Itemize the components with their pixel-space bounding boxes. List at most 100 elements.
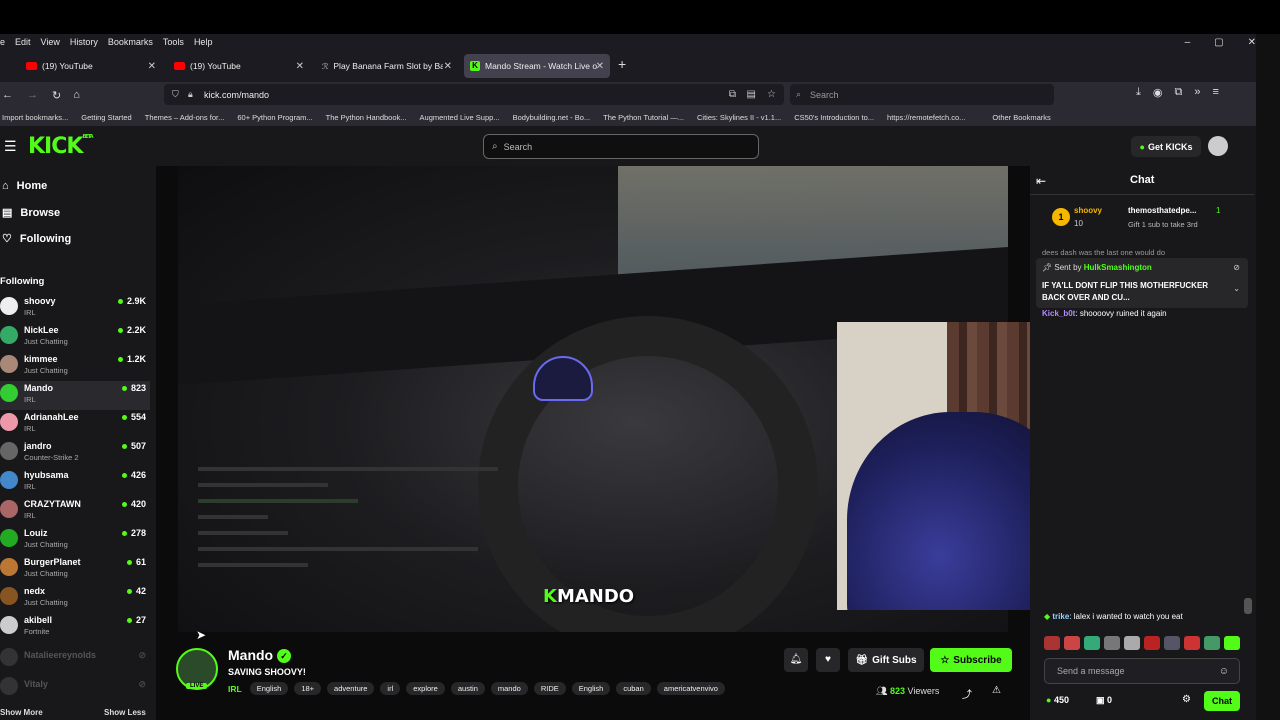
maximize-button[interactable]: ▢ bbox=[1214, 37, 1223, 48]
nav-browse[interactable]: ▤ Browse bbox=[2, 206, 60, 220]
show-more-button[interactable]: Show More bbox=[0, 708, 43, 717]
menu-bookmarks[interactable]: Bookmarks bbox=[108, 37, 153, 47]
avatar[interactable] bbox=[1208, 136, 1228, 156]
follow-button[interactable]: ♥ bbox=[816, 648, 840, 672]
stream-tag[interactable]: English bbox=[249, 682, 289, 695]
browser-tab-active[interactable]: K Mando Stream - Watch Live on ✕ bbox=[464, 54, 610, 78]
url-bar[interactable]: ⛉ 🔒︎ kick.com/mando ⧉ ▤ ☆ bbox=[164, 84, 784, 105]
category-link[interactable]: IRL bbox=[228, 684, 242, 694]
gift-sub-prompt[interactable]: Gift 1 sub to take 3rd bbox=[1128, 220, 1198, 229]
following-item[interactable]: NickLee Just Chatting 2.2K bbox=[0, 323, 150, 352]
overflow-icon[interactable]: » bbox=[1194, 86, 1200, 99]
bookmark-item[interactable]: Cities: Skylines II - v1.1... bbox=[697, 113, 781, 122]
menu-edit[interactable]: Edit bbox=[15, 37, 31, 47]
extensions-icon[interactable]: ⧉ bbox=[1174, 86, 1182, 99]
following-item[interactable]: akibell Fortnite 27 bbox=[0, 613, 150, 642]
stream-tag[interactable]: RIDE bbox=[533, 682, 566, 695]
bookmark-star-icon[interactable]: ☆ bbox=[767, 89, 776, 100]
shield-icon[interactable]: ⛉ bbox=[172, 89, 179, 100]
picture-in-picture-icon[interactable]: ⧉ bbox=[729, 89, 736, 100]
stream-tag[interactable]: cuban bbox=[616, 682, 651, 695]
emote-icon[interactable] bbox=[1144, 636, 1160, 650]
close-window-button[interactable]: ✕ bbox=[1248, 37, 1256, 48]
emote-icon[interactable] bbox=[1224, 636, 1240, 650]
kick-logo[interactable]: KICKBETA bbox=[28, 134, 94, 159]
bookmark-item[interactable]: The Python Tutorial —... bbox=[603, 113, 684, 122]
reload-icon[interactable]: ↻ bbox=[52, 89, 61, 102]
home-icon[interactable]: ⌂ bbox=[73, 89, 80, 101]
browser-search-bar[interactable]: ⌕ Search bbox=[790, 84, 1054, 105]
browser-tab[interactable]: (19) YouTube ✕ bbox=[168, 54, 310, 78]
kicks-balance[interactable]: ● 450 bbox=[1046, 695, 1069, 705]
emoji-icon[interactable]: ☺ bbox=[1219, 666, 1229, 677]
new-tab-button[interactable]: + bbox=[618, 56, 626, 72]
following-item[interactable]: shoovy IRL 2.9K bbox=[0, 294, 150, 323]
subscribe-button[interactable]: ☆ Subscribe bbox=[930, 648, 1012, 672]
stream-tag[interactable]: austin bbox=[450, 682, 485, 695]
emote-icon[interactable] bbox=[1124, 636, 1140, 650]
gear-icon[interactable]: ⚙ bbox=[1182, 694, 1191, 705]
following-item[interactable]: hyubsama IRL 426 bbox=[0, 468, 150, 497]
following-item[interactable]: Mando IRL 823 bbox=[0, 381, 150, 410]
collapse-chat-icon[interactable]: ⇤ bbox=[1036, 174, 1046, 188]
browser-tab[interactable]: (19) YouTube ✕ bbox=[20, 54, 162, 78]
stream-tag[interactable]: americatvenvivo bbox=[656, 682, 725, 695]
emote-icon[interactable] bbox=[1104, 636, 1120, 650]
following-item[interactable]: BurgerPlanet Just Chatting 61 bbox=[0, 555, 150, 584]
following-item[interactable]: Louiz Just Chatting 278 bbox=[0, 526, 150, 555]
following-item[interactable]: jandro Counter-Strike 2 507 bbox=[0, 439, 150, 468]
report-icon[interactable]: ⚠ bbox=[992, 685, 1001, 696]
show-less-button[interactable]: Show Less bbox=[104, 708, 146, 717]
stream-tag[interactable]: irl bbox=[380, 682, 401, 695]
other-bookmarks[interactable]: Other Bookmarks bbox=[992, 113, 1050, 122]
hide-pin-icon[interactable]: ⊘ bbox=[1233, 263, 1240, 272]
close-tab-icon[interactable]: ✕ bbox=[596, 61, 604, 72]
bookmark-item[interactable]: Augmented Live Supp... bbox=[420, 113, 500, 122]
account-icon[interactable]: ◉ bbox=[1153, 86, 1163, 99]
leader-username[interactable]: shoovy bbox=[1074, 206, 1102, 215]
share-icon[interactable]: ⤴ bbox=[962, 686, 972, 701]
menu-history[interactable]: History bbox=[70, 37, 98, 47]
following-item-offline[interactable]: Vitaly ⊘ bbox=[0, 671, 150, 700]
chevron-down-icon[interactable]: ⌄ bbox=[1233, 284, 1240, 293]
following-item-offline[interactable]: Natalieereynolds ⊘ bbox=[0, 642, 150, 671]
bookmark-item[interactable]: The Python Handbook... bbox=[326, 113, 407, 122]
following-item[interactable]: nedx Just Chatting 42 bbox=[0, 584, 150, 613]
bookmark-item[interactable]: Bodybuilding.net - Bo... bbox=[513, 113, 591, 122]
browser-tab[interactable]: ℛ Play Banana Farm Slot by Backs ✕ bbox=[316, 54, 458, 78]
streamer-name[interactable]: Mando bbox=[228, 647, 273, 663]
emote-icon[interactable] bbox=[1044, 636, 1060, 650]
bookmark-item[interactable]: https://remotefetch.co... bbox=[887, 113, 965, 122]
chat-message-input[interactable]: Send a message ☺ bbox=[1044, 658, 1240, 684]
bookmark-item[interactable]: Import bookmarks... bbox=[2, 113, 68, 122]
bookmark-item[interactable]: Getting Started bbox=[81, 113, 131, 122]
lock-icon[interactable]: 🔒︎ bbox=[188, 89, 193, 100]
gifter-username[interactable]: themosthatedpe... bbox=[1128, 206, 1196, 215]
emote-icon[interactable] bbox=[1184, 636, 1200, 650]
gift-count[interactable]: ▣ 0 bbox=[1096, 695, 1112, 706]
minimize-button[interactable]: – bbox=[1185, 37, 1191, 48]
back-icon[interactable]: ← bbox=[2, 89, 13, 101]
emote-icon[interactable] bbox=[1204, 636, 1220, 650]
notification-bell-button[interactable]: 🔔︎ bbox=[784, 648, 808, 672]
kick-search-input[interactable]: ⌕ Search bbox=[483, 134, 759, 159]
send-chat-button[interactable]: Chat bbox=[1204, 691, 1240, 711]
close-tab-icon[interactable]: ✕ bbox=[148, 61, 156, 72]
close-tab-icon[interactable]: ✕ bbox=[296, 61, 304, 72]
stream-tag[interactable]: 18+ bbox=[294, 682, 322, 695]
stream-tag[interactable]: adventure bbox=[327, 682, 375, 695]
download-icon[interactable]: ⤓ bbox=[1136, 86, 1141, 99]
menu-tools[interactable]: Tools bbox=[163, 37, 184, 47]
emote-icon[interactable] bbox=[1064, 636, 1080, 650]
nav-following[interactable]: ♡ Following bbox=[2, 232, 71, 246]
menu-icon[interactable]: ☰ bbox=[4, 138, 17, 155]
emote-icon[interactable] bbox=[1084, 636, 1100, 650]
close-tab-icon[interactable]: ✕ bbox=[444, 61, 452, 72]
app-menu-icon[interactable]: ≡ bbox=[1212, 86, 1218, 99]
following-item[interactable]: kimmee Just Chatting 1.2K bbox=[0, 352, 150, 381]
stream-tag[interactable]: English bbox=[571, 682, 611, 695]
nav-home[interactable]: ⌂ Home bbox=[2, 180, 47, 192]
emote-icon[interactable] bbox=[1164, 636, 1180, 650]
get-kicks-button[interactable]: ● Get KICKs bbox=[1131, 136, 1201, 157]
following-item[interactable]: AdrianahLee IRL 554 bbox=[0, 410, 150, 439]
